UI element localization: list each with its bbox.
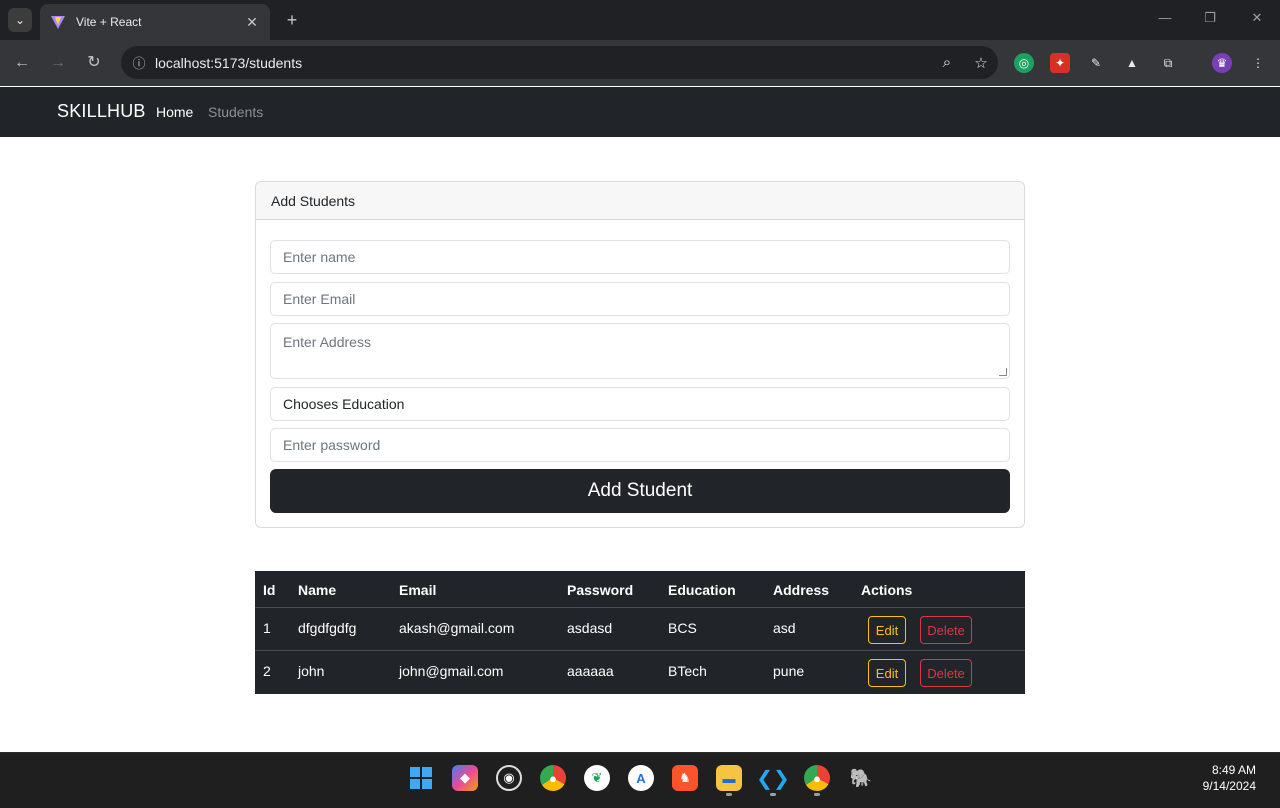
eyedropper-icon[interactable]: ✎: [1086, 53, 1106, 73]
education-select[interactable]: Chooses Education: [270, 387, 1010, 421]
url-text[interactable]: localhost:5173/students: [155, 55, 930, 71]
edit-button[interactable]: Edit: [868, 659, 906, 687]
running-indicator: [770, 793, 776, 796]
extensions-puzzle-icon[interactable]: ⧉: [1158, 53, 1178, 73]
edit-button[interactable]: Edit: [868, 616, 906, 644]
card-header: Add Students: [256, 182, 1024, 220]
cell-password: aaaaaa: [567, 663, 614, 679]
mongodb-compass-icon[interactable]: ❦: [584, 765, 610, 791]
vite-logo-icon: [51, 16, 65, 29]
name-input[interactable]: Enter name: [270, 240, 1010, 274]
brand-logo[interactable]: SKILLHUB: [57, 101, 146, 122]
password-input[interactable]: Enter password: [270, 428, 1010, 462]
browser-tab-bar: ⌄ Vite + React ✕ + — ❐ ✕: [0, 0, 1280, 40]
table-header-row: Id Name Email Password Education Address…: [255, 571, 1025, 608]
clock-date: 9/14/2024: [1202, 779, 1256, 793]
restore-button[interactable]: ❐: [1200, 10, 1220, 26]
zoom-icon[interactable]: ⌕: [930, 54, 964, 71]
students-table: Id Name Email Password Education Address…: [255, 571, 1025, 694]
add-student-card: Add Students Enter name Enter Email Ente…: [255, 181, 1025, 528]
header-address: Address: [773, 582, 830, 598]
cell-id: 1: [263, 620, 271, 636]
site-info-icon[interactable]: ⓘ: [123, 53, 155, 72]
running-indicator: [726, 793, 732, 796]
chrome-profile-icon[interactable]: ●: [804, 765, 830, 791]
clock-time: 8:49 AM: [1211, 763, 1256, 777]
cell-email: john@gmail.com: [399, 663, 504, 679]
browser-tab[interactable]: Vite + React ✕: [40, 4, 270, 40]
extension-green-icon[interactable]: ◎: [1014, 53, 1034, 73]
email-input[interactable]: Enter Email: [270, 282, 1010, 316]
browser-toolbar: ← → ↻ ⓘ localhost:5173/students ⌕ ☆ ◎ ✦ …: [0, 40, 1280, 86]
header-name: Name: [298, 582, 337, 598]
table-row: 1 dfgdfgdfg akash@gmail.com asdasd BCS a…: [255, 608, 1025, 651]
resize-handle-icon[interactable]: [999, 368, 1007, 376]
header-password: Password: [567, 582, 634, 598]
address-textarea[interactable]: Enter Address: [270, 323, 1010, 379]
back-icon[interactable]: ←: [12, 53, 32, 73]
app-navbar: SKILLHUB Home Students: [0, 87, 1280, 137]
tab-close-icon[interactable]: ✕: [244, 14, 260, 31]
close-window-button[interactable]: ✕: [1247, 10, 1267, 26]
delete-button[interactable]: Delete: [920, 616, 972, 644]
windows-start-icon[interactable]: [408, 765, 434, 791]
vscode-icon[interactable]: ❮❯: [756, 765, 790, 791]
bookmark-star-icon[interactable]: ☆: [964, 54, 998, 72]
table-row: 2 john john@gmail.com aaaaaa BTech pune …: [255, 651, 1025, 694]
forward-icon[interactable]: →: [48, 53, 68, 73]
browser-menu-icon[interactable]: ⋮: [1248, 53, 1268, 73]
reload-icon[interactable]: ↻: [84, 53, 104, 73]
header-actions: Actions: [861, 582, 913, 598]
obs-icon[interactable]: ◉: [496, 765, 522, 791]
postgresql-icon[interactable]: 🐘: [848, 765, 874, 791]
tab-title: Vite + React: [76, 15, 142, 29]
cell-address: asd: [773, 620, 796, 636]
cell-email: akash@gmail.com: [399, 620, 515, 636]
extension-red-icon[interactable]: ✦: [1050, 53, 1070, 73]
cell-education: BTech: [668, 663, 707, 679]
new-tab-button[interactable]: +: [282, 10, 302, 30]
cell-education: BCS: [668, 620, 697, 636]
extension-triangle-icon[interactable]: ▲: [1122, 53, 1142, 73]
header-education: Education: [668, 582, 736, 598]
profile-avatar[interactable]: ♛: [1212, 53, 1232, 73]
address-bar[interactable]: ⓘ localhost:5173/students ⌕ ☆: [121, 46, 998, 79]
cell-name: dfgdfgdfg: [298, 620, 357, 636]
cell-address: pune: [773, 663, 805, 679]
header-email: Email: [399, 582, 437, 598]
nav-home-link[interactable]: Home: [156, 104, 193, 120]
copilot-icon[interactable]: ◆: [452, 765, 478, 791]
chrome-icon[interactable]: ●: [540, 765, 566, 791]
cell-id: 2: [263, 663, 271, 679]
windows-logo-icon: [410, 767, 432, 789]
brave-icon[interactable]: ♞: [672, 765, 698, 791]
address-placeholder: Enter Address: [283, 334, 371, 350]
file-explorer-icon[interactable]: ▬: [716, 765, 742, 791]
running-indicator: [814, 793, 820, 796]
nav-students-link[interactable]: Students: [208, 104, 263, 120]
header-id: Id: [263, 582, 276, 598]
app-store-icon[interactable]: A: [628, 765, 654, 791]
minimize-button[interactable]: —: [1155, 10, 1175, 25]
delete-button[interactable]: Delete: [920, 659, 972, 687]
add-student-button[interactable]: Add Student: [270, 469, 1010, 513]
cell-name: john: [298, 663, 325, 679]
windows-taskbar: ◆ ◉ ● ❦ A ♞ ▬ ❮❯ ● 🐘 8:49 AM 9/14/2024: [0, 752, 1280, 808]
system-clock[interactable]: 8:49 AM 9/14/2024: [1203, 762, 1256, 794]
cell-password: asdasd: [567, 620, 613, 636]
tab-search-button[interactable]: ⌄: [8, 8, 32, 32]
